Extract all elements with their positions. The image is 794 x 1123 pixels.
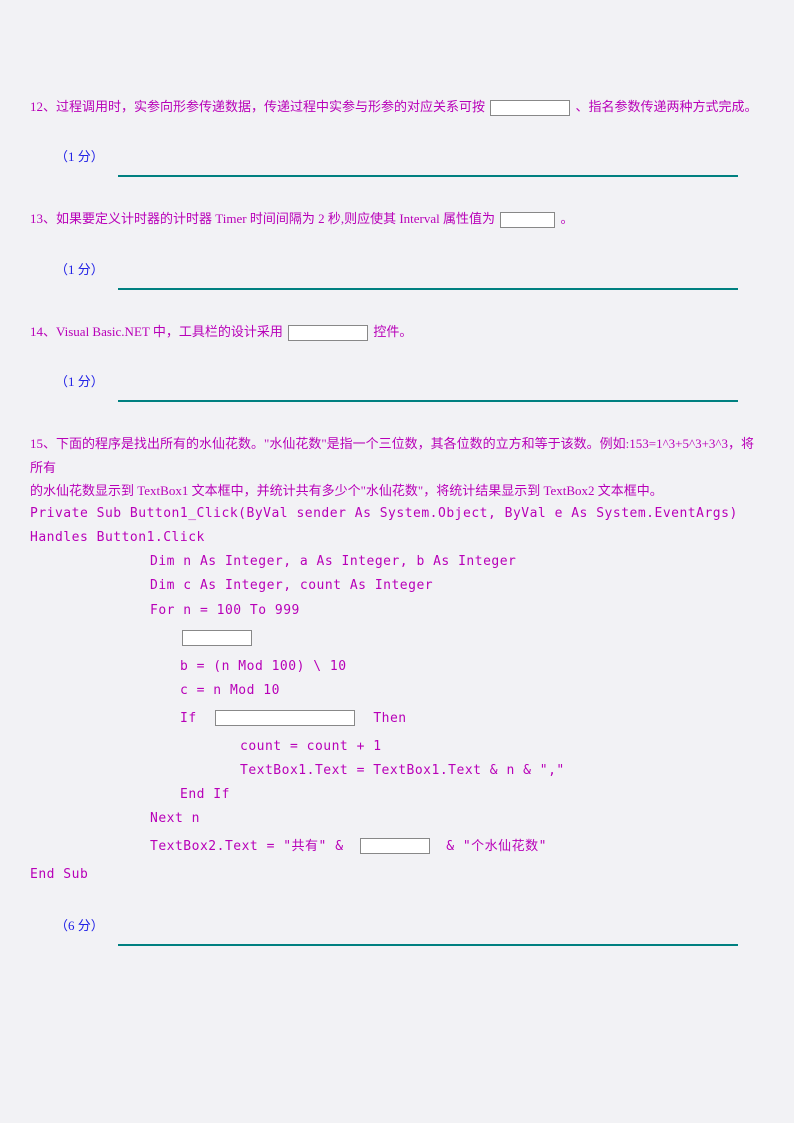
q13-before: 如果要定义计时器的计时器 Timer 时间间隔为 2 秒,则应使其 Interv… bbox=[56, 211, 495, 226]
question-13: 13、如果要定义计时器的计时器 Timer 时间间隔为 2 秒,则应使其 Int… bbox=[30, 207, 764, 289]
q15-score: （6 分） bbox=[55, 915, 764, 934]
q13-number: 13、 bbox=[30, 211, 56, 226]
question-14-text: 14、Visual Basic.NET 中，工具栏的设计采用 控件。 bbox=[30, 320, 764, 343]
question-14: 14、Visual Basic.NET 中，工具栏的设计采用 控件。 （1 分） bbox=[30, 320, 764, 402]
question-15: 15、下面的程序是找出所有的水仙花数。"水仙花数"是指一个三位数，其各位数的立方… bbox=[30, 432, 764, 946]
blank-input[interactable] bbox=[215, 710, 355, 726]
then-keyword: Then bbox=[373, 711, 406, 726]
q12-before: 过程调用时，实参向形参传递数据，传递过程中实参与形参的对应关系可按 bbox=[56, 99, 485, 114]
code-line: For n = 100 To 999 bbox=[30, 599, 764, 623]
q15-line1: 下面的程序是找出所有的水仙花数。"水仙花数"是指一个三位数，其各位数的立方和等于… bbox=[30, 436, 754, 474]
question-13-text: 13、如果要定义计时器的计时器 Timer 时间间隔为 2 秒,则应使其 Int… bbox=[30, 207, 764, 230]
code-line: Private Sub Button1_Click(ByVal sender A… bbox=[30, 502, 764, 550]
blank-input[interactable] bbox=[182, 630, 252, 646]
blank-input[interactable] bbox=[288, 325, 368, 341]
divider bbox=[118, 288, 738, 290]
divider bbox=[118, 175, 738, 177]
textbox2-suffix: & "个水仙花数" bbox=[446, 839, 547, 854]
code-line: End Sub bbox=[30, 863, 764, 887]
divider bbox=[118, 944, 738, 946]
code-line-result: TextBox2.Text = "共有" & & "个水仙花数" bbox=[30, 831, 764, 863]
divider bbox=[118, 400, 738, 402]
code-line: c = n Mod 10 bbox=[30, 679, 764, 703]
q14-before: Visual Basic.NET 中，工具栏的设计采用 bbox=[56, 324, 283, 339]
q12-score: （1 分） bbox=[55, 146, 764, 165]
q13-after: 。 bbox=[561, 211, 574, 226]
q14-number: 14、 bbox=[30, 324, 56, 339]
q12-number: 12、 bbox=[30, 99, 56, 114]
q13-score: （1 分） bbox=[55, 259, 764, 278]
q15-number: 15、 bbox=[30, 436, 56, 451]
blank-input[interactable] bbox=[490, 100, 570, 116]
code-line: Dim c As Integer, count As Integer bbox=[30, 574, 764, 598]
blank-input[interactable] bbox=[360, 838, 430, 854]
code-line: b = (n Mod 100) \ 10 bbox=[30, 655, 764, 679]
q14-score: （1 分） bbox=[55, 371, 764, 390]
if-keyword: If bbox=[180, 711, 197, 726]
code-line-blank bbox=[30, 623, 764, 655]
q15-line2: 的水仙花数显示到 TextBox1 文本框中，并统计共有多少个"水仙花数"，将统… bbox=[30, 483, 663, 498]
question-12: 12、过程调用时，实参向形参传递数据，传递过程中实参与形参的对应关系可按 、指名… bbox=[30, 95, 764, 177]
question-12-text: 12、过程调用时，实参向形参传递数据，传递过程中实参与形参的对应关系可按 、指名… bbox=[30, 95, 764, 118]
code-line: End If bbox=[30, 783, 764, 807]
code-line: Next n bbox=[30, 807, 764, 831]
q14-after: 控件。 bbox=[373, 324, 412, 339]
code-line: Dim n As Integer, a As Integer, b As Int… bbox=[30, 550, 764, 574]
code-block: Private Sub Button1_Click(ByVal sender A… bbox=[30, 502, 764, 887]
code-line-if: If Then bbox=[30, 703, 764, 735]
code-line: count = count + 1 bbox=[30, 735, 764, 759]
q12-after: 、指名参数传递两种方式完成。 bbox=[576, 99, 758, 114]
blank-input[interactable] bbox=[500, 212, 555, 228]
code-line: TextBox1.Text = TextBox1.Text & n & "," bbox=[30, 759, 764, 783]
question-15-intro: 15、下面的程序是找出所有的水仙花数。"水仙花数"是指一个三位数，其各位数的立方… bbox=[30, 432, 764, 502]
textbox2-prefix: TextBox2.Text = "共有" & bbox=[150, 839, 344, 854]
